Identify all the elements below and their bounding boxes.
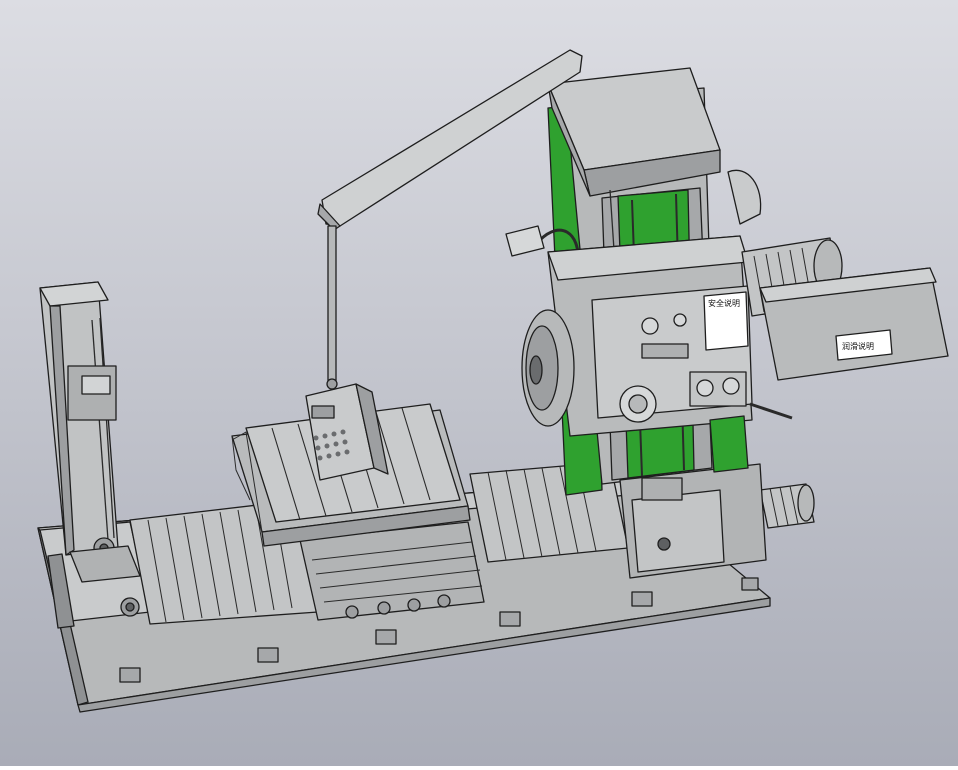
bed-drive-motor: [759, 483, 815, 529]
boring-machine-model: 安全说明 润滑说明: [0, 0, 958, 766]
lubrication-instruction-label: 润滑说明: [842, 341, 874, 351]
safety-instruction-label: 安全说明: [708, 298, 740, 308]
cad-viewport[interactable]: 安全说明 润滑说明: [0, 0, 958, 766]
